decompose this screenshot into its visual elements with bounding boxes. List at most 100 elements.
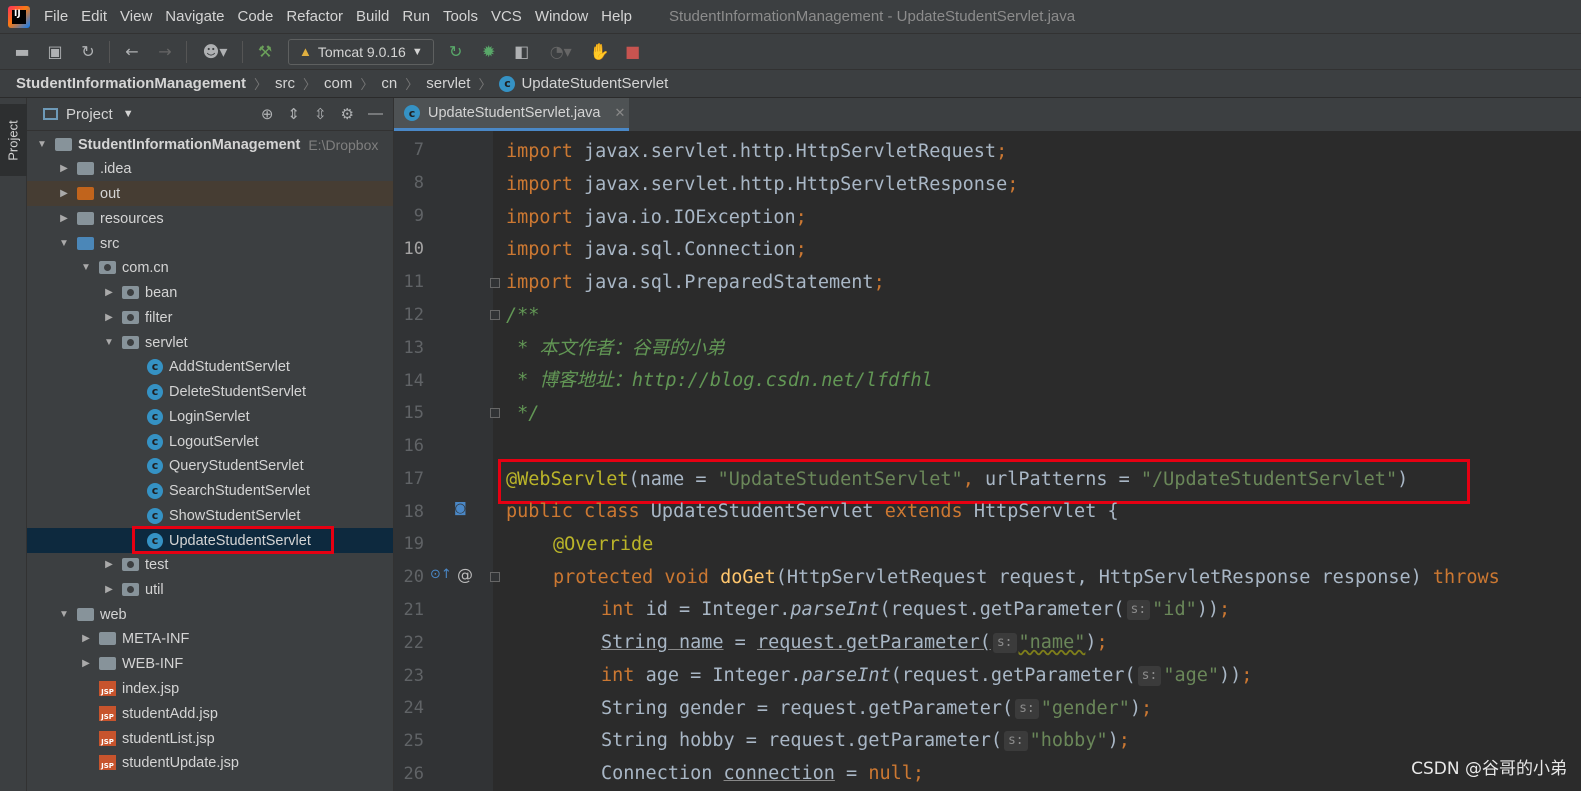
- tree-item-webinf[interactable]: ▶ WEB-INF: [27, 651, 393, 676]
- tree-item-util[interactable]: ▶ util: [27, 577, 393, 602]
- chevron-right-icon[interactable]: ▶: [102, 584, 116, 595]
- tree-item-show[interactable]: c ShowStudentServlet: [27, 503, 393, 528]
- user-dropdown-icon[interactable]: ☻▾: [198, 41, 232, 63]
- tree-item-comcn[interactable]: ▼ com.cn: [27, 255, 393, 280]
- breadcrumb-class[interactable]: UpdateStudentServlet: [521, 75, 668, 92]
- fold-marker-icon[interactable]: [490, 278, 500, 288]
- tree-item-metainf[interactable]: ▶ META-INF: [27, 626, 393, 651]
- forward-arrow-icon[interactable]: →: [154, 41, 176, 63]
- run-config-dropdown[interactable]: ▲ Tomcat 9.0.16 ▼: [288, 38, 434, 65]
- servlet-gutter-icon[interactable]: ◙: [454, 501, 467, 516]
- debug-bug-icon[interactable]: ✹: [478, 41, 500, 63]
- tree-item-studentupdate[interactable]: JSP studentUpdate.jsp: [27, 750, 393, 775]
- breadcrumb-cn[interactable]: cn: [381, 75, 397, 92]
- chevron-right-icon[interactable]: ▶: [79, 633, 93, 644]
- tree-item-studentlist[interactable]: JSP studentList.jsp: [27, 726, 393, 751]
- chevron-right-icon[interactable]: ▶: [102, 312, 116, 323]
- tree-item-label: util: [145, 581, 164, 598]
- chevron-right-icon[interactable]: ▶: [102, 559, 116, 570]
- menu-edit[interactable]: Edit: [81, 8, 107, 25]
- fold-marker-icon[interactable]: [490, 572, 500, 582]
- tree-item-label: LoginServlet: [169, 408, 250, 425]
- project-view-selector[interactable]: Project: [66, 106, 113, 123]
- class-icon: c: [147, 358, 163, 375]
- locate-icon[interactable]: ⊕: [261, 105, 274, 123]
- menu-view[interactable]: View: [120, 8, 152, 25]
- menu-code[interactable]: Code: [237, 8, 273, 25]
- coverage-icon[interactable]: ◧: [511, 41, 533, 63]
- menu-navigate[interactable]: Navigate: [165, 8, 224, 25]
- chevron-down-icon[interactable]: ▼: [123, 108, 134, 120]
- tree-item-root[interactable]: ▼ StudentInformationManagement E:\Dropbo…: [27, 132, 393, 157]
- code-editor[interactable]: import javax.servlet.http.HttpServletReq…: [494, 131, 1581, 791]
- chevron-down-icon[interactable]: ▼: [57, 238, 71, 249]
- tree-item-bean[interactable]: ▶ bean: [27, 280, 393, 305]
- close-icon[interactable]: ✕: [615, 105, 626, 121]
- annotation-gutter-icon[interactable]: @: [457, 565, 473, 584]
- project-tool-tab[interactable]: Project: [0, 104, 27, 176]
- tree-item-src[interactable]: ▼ src: [27, 231, 393, 256]
- tree-item-test[interactable]: ▶ test: [27, 552, 393, 577]
- tree-item-resources[interactable]: ▶ resources: [27, 206, 393, 231]
- chevron-down-icon[interactable]: ▼: [57, 609, 71, 620]
- run-config-label: Tomcat 9.0.16: [317, 43, 406, 60]
- stop-icon[interactable]: ■: [622, 41, 644, 63]
- tree-item-query[interactable]: c QueryStudentServlet: [27, 453, 393, 478]
- override-gutter-icon[interactable]: ⊙↑: [430, 567, 452, 582]
- menu-run[interactable]: Run: [402, 8, 430, 25]
- tree-item-web[interactable]: ▼ web: [27, 602, 393, 627]
- tree-item-label: LogoutServlet: [169, 433, 259, 450]
- menu-tools[interactable]: Tools: [443, 8, 478, 25]
- save-icon[interactable]: ▣: [44, 41, 66, 63]
- chevron-down-icon[interactable]: ▼: [102, 337, 116, 348]
- expand-all-icon[interactable]: ⇕: [287, 105, 300, 123]
- tree-item-filter[interactable]: ▶ filter: [27, 305, 393, 330]
- editor-tab-bar: c UpdateStudentServlet.java ✕: [393, 98, 1581, 131]
- attach-icon[interactable]: ✋: [589, 41, 611, 63]
- line-number: 24: [403, 698, 424, 718]
- chevron-right-icon[interactable]: ▶: [79, 658, 93, 669]
- tree-item-delete[interactable]: c DeleteStudentServlet: [27, 379, 393, 404]
- breadcrumb-com[interactable]: com: [324, 75, 352, 92]
- tree-item-studentadd[interactable]: JSP studentAdd.jsp: [27, 701, 393, 726]
- menu-refactor[interactable]: Refactor: [286, 8, 343, 25]
- tree-item-idea[interactable]: ▶ .idea: [27, 156, 393, 181]
- chevron-down-icon[interactable]: ▼: [35, 139, 49, 150]
- menu-vcs[interactable]: VCS: [491, 8, 522, 25]
- profile-icon[interactable]: ◔▾: [544, 41, 578, 63]
- back-arrow-icon[interactable]: ←: [121, 41, 143, 63]
- chevron-right-icon[interactable]: ▶: [57, 188, 71, 199]
- sync-icon[interactable]: ↻: [77, 41, 99, 63]
- tree-item-index[interactable]: JSP index.jsp: [27, 676, 393, 701]
- rerun-icon[interactable]: ↻: [445, 41, 467, 63]
- menu-window[interactable]: Window: [535, 8, 588, 25]
- fold-marker-icon[interactable]: [490, 408, 500, 418]
- collapse-all-icon[interactable]: ⇳: [314, 105, 327, 123]
- build-hammer-icon[interactable]: ⚒: [254, 41, 276, 63]
- menu-help[interactable]: Help: [601, 8, 632, 25]
- chevron-right-icon[interactable]: ▶: [57, 163, 71, 174]
- breadcrumb-servlet[interactable]: servlet: [426, 75, 470, 92]
- menu-file[interactable]: File: [44, 8, 68, 25]
- tree-item-out[interactable]: ▶ out: [27, 181, 393, 206]
- chevron-down-icon[interactable]: ▼: [79, 262, 93, 273]
- tree-item-update[interactable]: c UpdateStudentServlet: [27, 526, 393, 554]
- tree-item-servlet[interactable]: ▼ servlet: [27, 330, 393, 355]
- fold-marker-icon[interactable]: [490, 310, 500, 320]
- tree-item-login[interactable]: c LoginServlet: [27, 404, 393, 429]
- breadcrumb-src[interactable]: src: [275, 75, 295, 92]
- minimize-icon[interactable]: —: [368, 105, 383, 123]
- chevron-right-icon: 〉: [405, 77, 419, 92]
- tree-item-add[interactable]: c AddStudentServlet: [27, 354, 393, 379]
- project-tool-tab-label: Project: [6, 119, 21, 161]
- tree-item-label: index.jsp: [122, 680, 180, 697]
- menu-build[interactable]: Build: [356, 8, 389, 25]
- chevron-right-icon[interactable]: ▶: [57, 213, 71, 224]
- gear-icon[interactable]: ⚙: [341, 105, 354, 123]
- chevron-right-icon[interactable]: ▶: [102, 287, 116, 298]
- editor-tab-active[interactable]: c UpdateStudentServlet.java ✕: [394, 98, 629, 131]
- breadcrumb-project[interactable]: StudentInformationManagement: [16, 75, 246, 92]
- open-folder-icon[interactable]: ▬: [11, 41, 33, 63]
- tree-item-logout[interactable]: c LogoutServlet: [27, 429, 393, 454]
- tree-item-search[interactable]: c SearchStudentServlet: [27, 478, 393, 503]
